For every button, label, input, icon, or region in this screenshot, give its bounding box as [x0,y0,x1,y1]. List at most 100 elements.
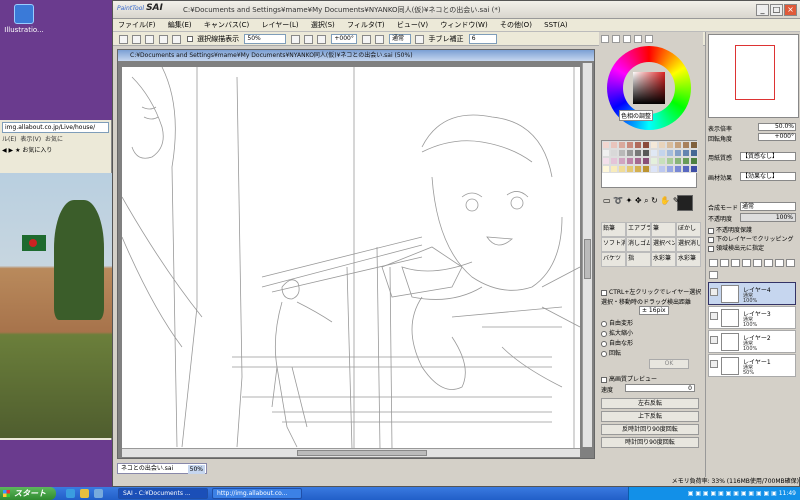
visibility-eye-icon[interactable] [710,360,718,368]
color-swatch[interactable] [642,165,650,173]
nav-zoom-field[interactable]: 50.0% [758,123,796,131]
tool-brush[interactable]: 筆 [651,222,676,237]
protect-opacity-checkbox[interactable]: 不透明度保護 [708,225,752,234]
color-swatch[interactable] [674,157,682,165]
flatten-icon[interactable] [709,271,718,279]
move-icon[interactable]: ✥ [635,196,642,205]
menu-sst[interactable]: SST(A) [539,19,572,32]
color-swatch[interactable] [690,149,698,157]
color-swatch[interactable] [682,149,690,157]
effect-select[interactable]: 【効果なし】 [740,172,796,181]
hand-icon[interactable]: ✋ [660,196,670,205]
color-swatch[interactable] [602,157,610,165]
clear-layer-icon[interactable] [764,259,773,267]
close-button[interactable]: × [784,4,797,16]
tool-watercolor-2[interactable]: 水彩筆 [676,252,701,267]
visibility-eye-icon[interactable] [710,288,718,296]
radio-rotate[interactable]: 回転 [601,348,621,357]
layer-row[interactable]: レイヤー2 通常 100% [708,330,796,353]
color-swatch[interactable] [666,157,674,165]
color-wheel-tab-icon[interactable] [601,35,609,43]
angle-field[interactable]: +000° [331,34,358,44]
layer-row[interactable]: レイヤー1 通常 50% [708,354,796,377]
favorites-label[interactable]: お気に入り [22,147,52,154]
opacity-slider[interactable]: 100% [740,213,796,222]
task-browser[interactable]: http://img.allabout.co... [212,488,302,499]
delete-layer-icon[interactable] [775,259,784,267]
navigator-view-frame[interactable] [735,45,775,100]
radio-scale[interactable]: 拡大縮小 [601,328,633,337]
color-swatch[interactable] [642,141,650,149]
rgb-slider-tab-icon[interactable] [612,35,620,43]
color-swatch[interactable] [650,157,658,165]
drawing-canvas[interactable] [122,67,580,449]
maximize-button[interactable]: □ [770,4,783,16]
navigator-preview[interactable] [708,34,799,118]
color-swatch[interactable] [618,141,626,149]
color-swatch[interactable] [674,165,682,173]
selection-checkbox[interactable] [187,36,194,42]
color-swatch[interactable] [666,141,674,149]
merge-icon[interactable] [786,259,795,267]
menu-file[interactable]: ファイル(F) [113,19,161,32]
clock[interactable]: 11:49 [779,490,796,497]
tool-select-pen[interactable]: 選択ペン [651,237,676,252]
redo-icon[interactable] [132,34,142,44]
color-swatch[interactable] [658,149,666,157]
zoom-reset-icon[interactable] [317,34,327,44]
color-swatch[interactable] [626,141,634,149]
tool-soft-eraser[interactable]: ソフト消 [601,237,626,252]
color-swatch[interactable] [610,165,618,173]
layer-row[interactable]: レイヤー3 通常 100% [708,306,796,329]
color-swatch[interactable] [658,157,666,165]
magic-wand-icon[interactable]: ✦ [626,196,633,205]
visibility-eye-icon[interactable] [710,336,718,344]
saturation-value-square[interactable] [633,72,665,104]
color-swatch[interactable] [618,165,626,173]
color-swatch[interactable] [674,141,682,149]
zoom-out-icon[interactable] [290,34,300,44]
eyedropper-icon[interactable]: ✎ [673,196,680,205]
rotate-icon[interactable]: ↻ [651,196,658,205]
tray-icons[interactable]: ▣ ▣ ▣ ▣ ▣ ▣ ▣ ▣ ▣ ▣ ▣ ▣ [688,490,779,497]
browser-menu-item[interactable]: ル(E) [2,136,16,143]
browser-menu-item[interactable]: 表示(V) [20,136,41,143]
merge-down-icon[interactable] [742,259,751,267]
menu-canvas[interactable]: キャンバス(C) [199,19,254,32]
menu-select[interactable]: 選択(S) [306,19,340,32]
tool-select-eraser[interactable]: 選択消し [676,237,701,252]
color-swatch[interactable] [634,149,642,157]
forward-icon[interactable]: ▶ [9,147,14,154]
new-set-icon[interactable] [731,259,740,267]
tool-bucket[interactable]: バケツ [601,252,626,267]
color-swatch[interactable] [602,141,610,149]
flip-icon[interactable] [415,34,425,44]
color-swatches[interactable] [601,140,698,188]
preview-checkbox[interactable]: 高画質プレビュー [601,374,657,383]
color-swatch[interactable] [650,165,658,173]
texture-select[interactable]: 【質感なし】 [740,152,796,161]
drag-distance-field[interactable]: ± 16pix [639,306,669,315]
color-swatch[interactable] [610,141,618,149]
detection-source-checkbox[interactable]: 領域検出元に指定 [708,243,764,252]
ie-icon[interactable] [66,489,75,498]
color-swatch[interactable] [610,149,618,157]
stabilizer-select[interactable]: 6 [468,34,497,44]
color-swatch[interactable] [682,141,690,149]
mode-select[interactable]: 通常 [389,34,412,44]
menu-other[interactable]: その他(O) [495,19,537,32]
document-tab[interactable]: ネコとの出会い.sai 50% [117,463,207,474]
task-sai[interactable]: SAI - C:¥Documents ... [118,488,208,499]
hsv-slider-tab-icon[interactable] [623,35,631,43]
layer-row[interactable]: レイヤー4 通常 100% [708,282,796,305]
color-swatch[interactable] [682,165,690,173]
deselect-icon[interactable] [145,34,155,44]
zoom-field[interactable]: 50% [244,34,287,44]
zoom-icon[interactable]: ⌕ [644,196,648,205]
tool-watercolor[interactable]: 水彩筆 [651,252,676,267]
canvas-vertical-scrollbar[interactable] [582,63,592,447]
color-swatch[interactable] [610,157,618,165]
minimize-button[interactable]: _ [756,4,769,16]
color-swatch[interactable] [650,141,658,149]
flip-vertical-button[interactable]: 上下反転 [601,411,699,422]
